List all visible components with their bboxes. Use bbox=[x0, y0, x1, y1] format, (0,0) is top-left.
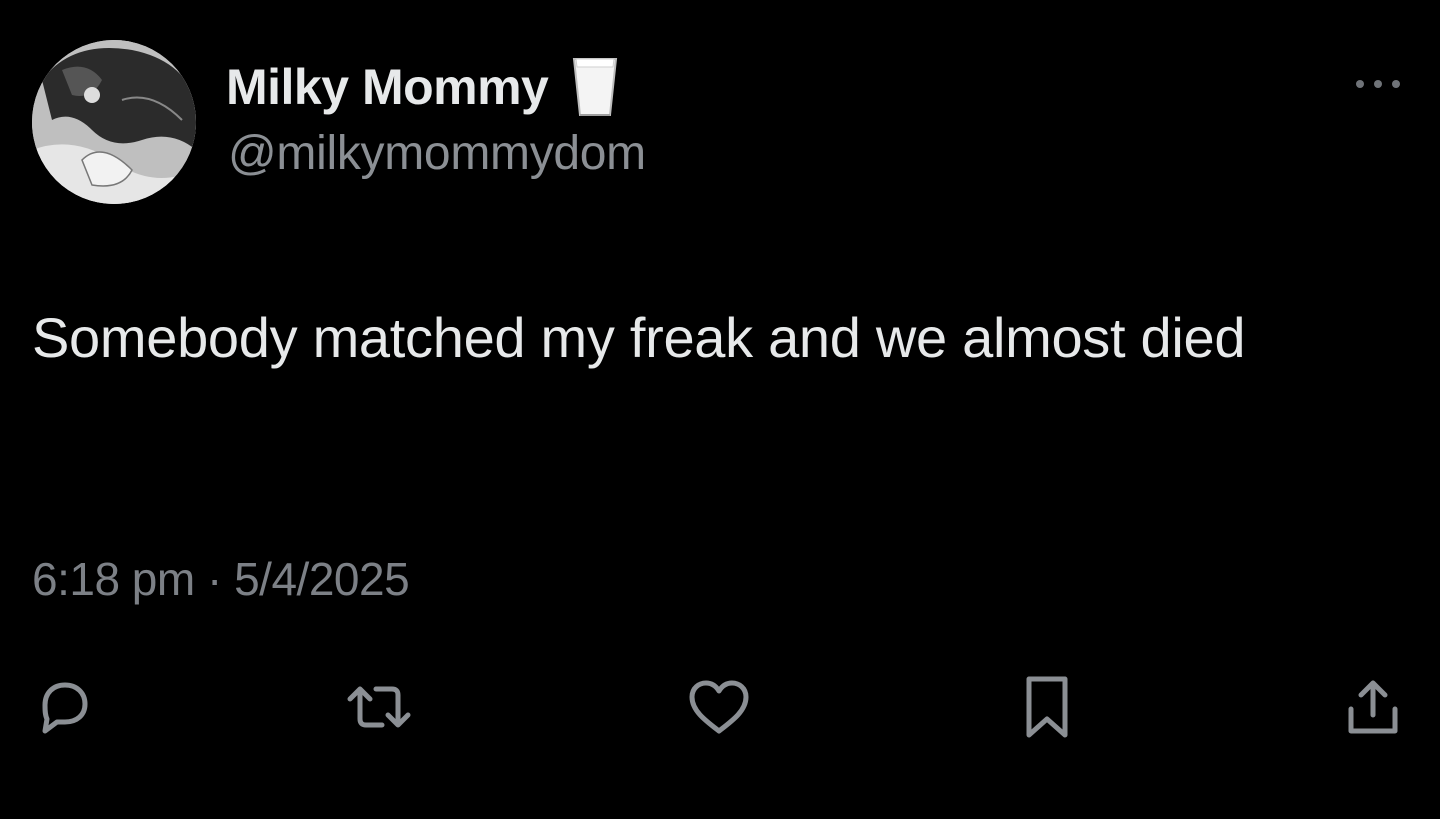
glass-of-milk-icon bbox=[570, 55, 620, 119]
retweet-icon bbox=[344, 675, 414, 739]
tweet-timestamp[interactable]: 6:18 pm · 5/4/2025 bbox=[32, 552, 410, 606]
share-icon bbox=[1341, 675, 1405, 739]
like-icon bbox=[686, 675, 752, 739]
tweet-text: Somebody matched my freak and we almost … bbox=[32, 306, 1246, 369]
bookmark-button[interactable] bbox=[1012, 672, 1082, 742]
display-name[interactable]: Milky Mommy bbox=[226, 58, 549, 116]
tweet-card: Milky Mommy @milkymommydom Somebody matc… bbox=[0, 0, 1440, 819]
reply-button[interactable] bbox=[28, 672, 98, 742]
reply-icon bbox=[31, 675, 95, 739]
share-button[interactable] bbox=[1338, 672, 1408, 742]
display-name-row: Milky Mommy bbox=[226, 52, 620, 122]
user-handle[interactable]: @milkymommydom bbox=[228, 126, 646, 181]
bookmark-icon bbox=[1019, 673, 1075, 741]
retweet-button[interactable] bbox=[344, 672, 414, 742]
avatar[interactable] bbox=[32, 40, 196, 204]
like-button[interactable] bbox=[684, 672, 754, 742]
